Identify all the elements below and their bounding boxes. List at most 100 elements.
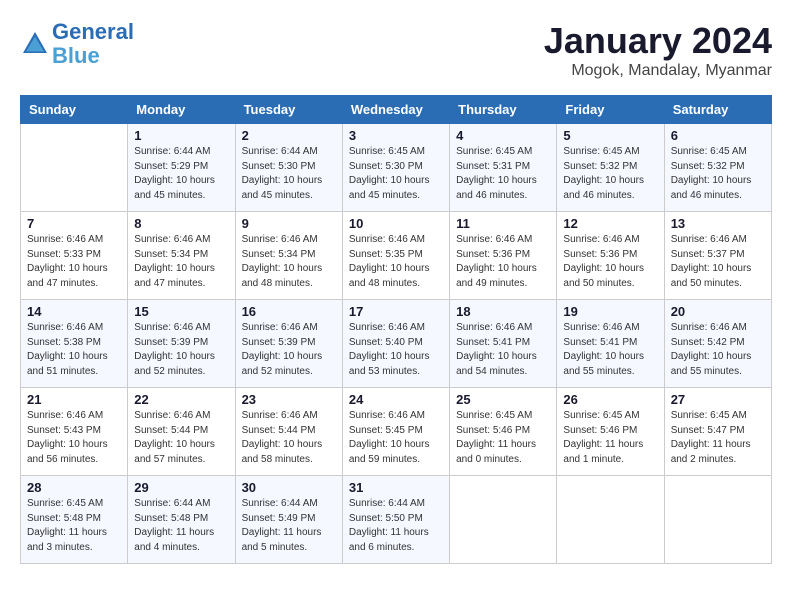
calendar-cell: 15 Sunrise: 6:46 AM Sunset: 5:39 PM Dayli… xyxy=(128,300,235,388)
calendar-cell: 5 Sunrise: 6:45 AM Sunset: 5:32 PM Daylig… xyxy=(557,124,664,212)
cell-info: Sunrise: 6:46 AM Sunset: 5:44 PM Dayligh… xyxy=(134,409,228,467)
calendar-cell: 25Sunrise: 6:45 AM Sunset: 5:46 PM Dayli… xyxy=(450,388,557,476)
day-number: 31 xyxy=(349,480,443,495)
calendar-cell: 7Sunrise: 6:46 AM Sunset: 5:33 PM Daylig… xyxy=(21,212,128,300)
logo-icon xyxy=(20,29,50,59)
calendar-cell: 19Sunrise: 6:46 AM Sunset: 5:41 PM Dayli… xyxy=(557,300,664,388)
calendar-cell xyxy=(21,124,128,212)
day-number: 25 xyxy=(456,392,550,407)
day-number: 13 xyxy=(671,216,765,231)
calendar-cell: 1 Sunrise: 6:44 AM Sunset: 5:29 PM Daylig… xyxy=(128,124,235,212)
cell-info: Sunrise: 6:46 AM Sunset: 5:36 PM Dayligh… xyxy=(563,233,657,291)
title-block: January 2024 Mogok, Mandalay, Myanmar xyxy=(544,20,772,80)
calendar-cell: 6 Sunrise: 6:45 AM Sunset: 5:32 PM Daylig… xyxy=(664,124,771,212)
col-header-tuesday: Tuesday xyxy=(235,96,342,124)
col-header-saturday: Saturday xyxy=(664,96,771,124)
cell-info: Sunrise: 6:44 AM Sunset: 5:50 PM Dayligh… xyxy=(349,497,443,555)
day-number: 3 xyxy=(349,128,443,143)
page-header: General Blue January 2024 Mogok, Mandala… xyxy=(20,20,772,80)
cell-info: Sunrise: 6:45 AM Sunset: 5:30 PM Dayligh… xyxy=(349,145,443,203)
day-number: 15 xyxy=(134,304,228,319)
day-number: 23 xyxy=(242,392,336,407)
day-number: 19 xyxy=(563,304,657,319)
cell-info: Sunrise: 6:45 AM Sunset: 5:47 PM Dayligh… xyxy=(671,409,765,467)
location: Mogok, Mandalay, Myanmar xyxy=(544,62,772,80)
cell-info: Sunrise: 6:46 AM Sunset: 5:39 PM Dayligh… xyxy=(242,321,336,379)
month-year: January 2024 xyxy=(544,20,772,62)
cell-info: Sunrise: 6:46 AM Sunset: 5:34 PM Dayligh… xyxy=(242,233,336,291)
day-number: 11 xyxy=(456,216,550,231)
day-number: 17 xyxy=(349,304,443,319)
cell-info: Sunrise: 6:46 AM Sunset: 5:36 PM Dayligh… xyxy=(456,233,550,291)
calendar-week-row: 21 Sunrise: 6:46 AM Sunset: 5:43 PM Dayli… xyxy=(21,388,772,476)
calendar-week-row: 7Sunrise: 6:46 AM Sunset: 5:33 PM Daylig… xyxy=(21,212,772,300)
calendar-cell: 28 Sunrise: 6:45 AM Sunset: 5:48 PM Dayli… xyxy=(21,476,128,564)
calendar-cell: 29Sunrise: 6:44 AM Sunset: 5:48 PM Dayli… xyxy=(128,476,235,564)
calendar-cell: 8 Sunrise: 6:46 AM Sunset: 5:34 PM Daylig… xyxy=(128,212,235,300)
calendar-week-row: 14Sunrise: 6:46 AM Sunset: 5:38 PM Dayli… xyxy=(21,300,772,388)
calendar-cell: 13 Sunrise: 6:46 AM Sunset: 5:37 PM Dayli… xyxy=(664,212,771,300)
calendar-cell xyxy=(664,476,771,564)
day-number: 28 xyxy=(27,480,121,495)
day-number: 21 xyxy=(27,392,121,407)
calendar-cell: 30Sunrise: 6:44 AM Sunset: 5:49 PM Dayli… xyxy=(235,476,342,564)
col-header-friday: Friday xyxy=(557,96,664,124)
calendar-cell: 27Sunrise: 6:45 AM Sunset: 5:47 PM Dayli… xyxy=(664,388,771,476)
day-number: 22 xyxy=(134,392,228,407)
calendar-cell: 18 Sunrise: 6:46 AM Sunset: 5:41 PM Dayli… xyxy=(450,300,557,388)
cell-info: Sunrise: 6:44 AM Sunset: 5:48 PM Dayligh… xyxy=(134,497,228,555)
calendar-cell: 14Sunrise: 6:46 AM Sunset: 5:38 PM Dayli… xyxy=(21,300,128,388)
day-number: 4 xyxy=(456,128,550,143)
calendar-cell: 12 Sunrise: 6:46 AM Sunset: 5:36 PM Dayli… xyxy=(557,212,664,300)
cell-info: Sunrise: 6:44 AM Sunset: 5:30 PM Dayligh… xyxy=(242,145,336,203)
calendar-cell xyxy=(557,476,664,564)
cell-info: Sunrise: 6:46 AM Sunset: 5:45 PM Dayligh… xyxy=(349,409,443,467)
calendar-cell: 22 Sunrise: 6:46 AM Sunset: 5:44 PM Dayli… xyxy=(128,388,235,476)
calendar-cell: 9 Sunrise: 6:46 AM Sunset: 5:34 PM Daylig… xyxy=(235,212,342,300)
calendar-cell: 24 Sunrise: 6:46 AM Sunset: 5:45 PM Dayli… xyxy=(342,388,449,476)
day-number: 8 xyxy=(134,216,228,231)
day-number: 10 xyxy=(349,216,443,231)
cell-info: Sunrise: 6:46 AM Sunset: 5:37 PM Dayligh… xyxy=(671,233,765,291)
cell-info: Sunrise: 6:46 AM Sunset: 5:39 PM Dayligh… xyxy=(134,321,228,379)
calendar-cell: 10Sunrise: 6:46 AM Sunset: 5:35 PM Dayli… xyxy=(342,212,449,300)
day-number: 1 xyxy=(134,128,228,143)
day-number: 26 xyxy=(563,392,657,407)
calendar-week-row: 28 Sunrise: 6:45 AM Sunset: 5:48 PM Dayli… xyxy=(21,476,772,564)
cell-info: Sunrise: 6:44 AM Sunset: 5:49 PM Dayligh… xyxy=(242,497,336,555)
calendar-cell: 11 Sunrise: 6:46 AM Sunset: 5:36 PM Dayli… xyxy=(450,212,557,300)
cell-info: Sunrise: 6:45 AM Sunset: 5:31 PM Dayligh… xyxy=(456,145,550,203)
calendar-header-row: SundayMondayTuesdayWednesdayThursdayFrid… xyxy=(21,96,772,124)
calendar-cell: 4 Sunrise: 6:45 AM Sunset: 5:31 PM Daylig… xyxy=(450,124,557,212)
calendar-cell: 20Sunrise: 6:46 AM Sunset: 5:42 PM Dayli… xyxy=(664,300,771,388)
day-number: 7 xyxy=(27,216,121,231)
cell-info: Sunrise: 6:46 AM Sunset: 5:40 PM Dayligh… xyxy=(349,321,443,379)
cell-info: Sunrise: 6:45 AM Sunset: 5:48 PM Dayligh… xyxy=(27,497,121,555)
col-header-thursday: Thursday xyxy=(450,96,557,124)
cell-info: Sunrise: 6:46 AM Sunset: 5:43 PM Dayligh… xyxy=(27,409,121,467)
cell-info: Sunrise: 6:45 AM Sunset: 5:32 PM Dayligh… xyxy=(671,145,765,203)
calendar-cell xyxy=(450,476,557,564)
cell-info: Sunrise: 6:46 AM Sunset: 5:44 PM Dayligh… xyxy=(242,409,336,467)
col-header-monday: Monday xyxy=(128,96,235,124)
calendar-week-row: 1 Sunrise: 6:44 AM Sunset: 5:29 PM Daylig… xyxy=(21,124,772,212)
calendar-cell: 2 Sunrise: 6:44 AM Sunset: 5:30 PM Daylig… xyxy=(235,124,342,212)
day-number: 18 xyxy=(456,304,550,319)
day-number: 24 xyxy=(349,392,443,407)
cell-info: Sunrise: 6:45 AM Sunset: 5:32 PM Dayligh… xyxy=(563,145,657,203)
day-number: 2 xyxy=(242,128,336,143)
cell-info: Sunrise: 6:46 AM Sunset: 5:34 PM Dayligh… xyxy=(134,233,228,291)
day-number: 9 xyxy=(242,216,336,231)
calendar-cell: 3 Sunrise: 6:45 AM Sunset: 5:30 PM Daylig… xyxy=(342,124,449,212)
day-number: 12 xyxy=(563,216,657,231)
cell-info: Sunrise: 6:46 AM Sunset: 5:42 PM Dayligh… xyxy=(671,321,765,379)
calendar-cell: 17 Sunrise: 6:46 AM Sunset: 5:40 PM Dayli… xyxy=(342,300,449,388)
logo: General Blue xyxy=(20,20,134,68)
day-number: 5 xyxy=(563,128,657,143)
calendar-cell: 16Sunrise: 6:46 AM Sunset: 5:39 PM Dayli… xyxy=(235,300,342,388)
calendar-cell: 26Sunrise: 6:45 AM Sunset: 5:46 PM Dayli… xyxy=(557,388,664,476)
day-number: 6 xyxy=(671,128,765,143)
calendar-table: SundayMondayTuesdayWednesdayThursdayFrid… xyxy=(20,95,772,564)
cell-info: Sunrise: 6:46 AM Sunset: 5:41 PM Dayligh… xyxy=(456,321,550,379)
cell-info: Sunrise: 6:44 AM Sunset: 5:29 PM Dayligh… xyxy=(134,145,228,203)
